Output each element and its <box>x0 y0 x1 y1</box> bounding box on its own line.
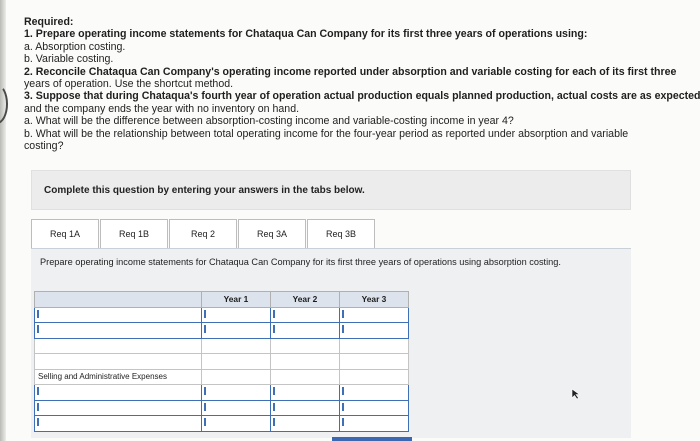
year-1-input[interactable] <box>201 322 271 339</box>
requirement-3: 3. Suppose that during Chataqua's fourth… <box>24 90 700 103</box>
tab-req-1a[interactable]: Req 1A <box>31 219 99 249</box>
header-year-1: Year 1 <box>201 291 271 308</box>
required-heading: Required: <box>24 16 74 28</box>
year-2-input[interactable] <box>270 415 340 432</box>
year-2-input[interactable] <box>270 306 340 323</box>
requirement-3b-cont: costing? <box>24 140 64 153</box>
year-2-cell <box>270 337 340 354</box>
tab-req-1b[interactable]: Req 1B <box>100 219 168 249</box>
requirement-1: 1. Prepare operating income statements f… <box>24 28 588 41</box>
tab-content-area: Prepare operating income statements for … <box>31 248 631 438</box>
year-1-input[interactable] <box>201 399 271 416</box>
table-row <box>34 353 409 370</box>
table-header-row: Year 1 Year 2 Year 3 <box>34 291 409 308</box>
tab-instruction: Prepare operating income statements for … <box>40 257 561 267</box>
year-1-input[interactable] <box>201 384 271 401</box>
requirement-3a: a. What will be the difference between a… <box>24 115 514 128</box>
table-row <box>34 322 409 339</box>
requirement-2-cont: years of operation. Use the shortcut met… <box>24 78 234 91</box>
next-button-edge[interactable] <box>332 437 412 441</box>
year-3-cell <box>339 353 409 370</box>
year-3-cell <box>339 368 409 385</box>
year-3-input[interactable] <box>339 399 409 416</box>
selling-admin-label: Selling and Administrative Expenses <box>34 368 202 385</box>
year-1-input[interactable] <box>201 415 271 432</box>
year-3-input[interactable] <box>339 384 409 401</box>
header-blank <box>34 291 202 308</box>
label-cell <box>34 353 202 370</box>
year-3-cell <box>339 337 409 354</box>
year-2-input[interactable] <box>270 322 340 339</box>
tab-req-3a[interactable]: Req 3A <box>238 219 306 249</box>
table-row <box>34 415 409 432</box>
table-row <box>34 399 409 416</box>
page-curl-decoration <box>0 84 8 124</box>
tab-req-2[interactable]: Req 2 <box>169 219 237 249</box>
header-year-2: Year 2 <box>270 291 340 308</box>
year-3-input[interactable] <box>339 415 409 432</box>
requirements-text: Required: 1. Prepare operating income st… <box>24 16 700 153</box>
label-input[interactable] <box>34 415 202 432</box>
panel-instruction-text: Complete this question by entering your … <box>44 185 365 196</box>
header-year-3: Year 3 <box>339 291 409 308</box>
requirement-3-cont: and the company ends the year with no in… <box>24 102 300 115</box>
requirement-1b: b. Variable costing. <box>24 53 114 66</box>
label-input[interactable] <box>34 322 202 339</box>
year-1-cell <box>201 353 271 370</box>
label-input[interactable] <box>34 306 202 323</box>
instruction-panel: Complete this question by entering your … <box>31 170 631 210</box>
table-row: Selling and Administrative Expenses <box>34 368 409 385</box>
income-statement-table: Year 1 Year 2 Year 3 Selling and Adminis… <box>34 291 409 432</box>
requirement-tabs: Req 1A Req 1B Req 2 Req 3A Req 3B <box>31 219 376 249</box>
requirement-1a: a. Absorption costing. <box>24 40 126 53</box>
table-row <box>34 384 409 401</box>
tab-req-3b[interactable]: Req 3B <box>307 219 375 249</box>
label-input[interactable] <box>34 384 202 401</box>
page-edge-shadow <box>0 0 6 441</box>
label-cell <box>34 337 202 354</box>
mouse-cursor-icon <box>571 388 581 400</box>
year-3-input[interactable] <box>339 322 409 339</box>
year-2-cell <box>270 353 340 370</box>
table-row <box>34 337 409 354</box>
requirement-3b: b. What will be the relationship between… <box>24 127 629 140</box>
year-1-cell <box>201 337 271 354</box>
label-input[interactable] <box>34 399 202 416</box>
year-1-input[interactable] <box>201 306 271 323</box>
year-3-input[interactable] <box>339 306 409 323</box>
year-2-input[interactable] <box>270 399 340 416</box>
year-2-cell <box>270 368 340 385</box>
table-row <box>34 306 409 323</box>
requirement-2: 2. Reconcile Chataqua Can Company's oper… <box>24 65 677 78</box>
year-1-cell <box>201 368 271 385</box>
year-2-input[interactable] <box>270 384 340 401</box>
